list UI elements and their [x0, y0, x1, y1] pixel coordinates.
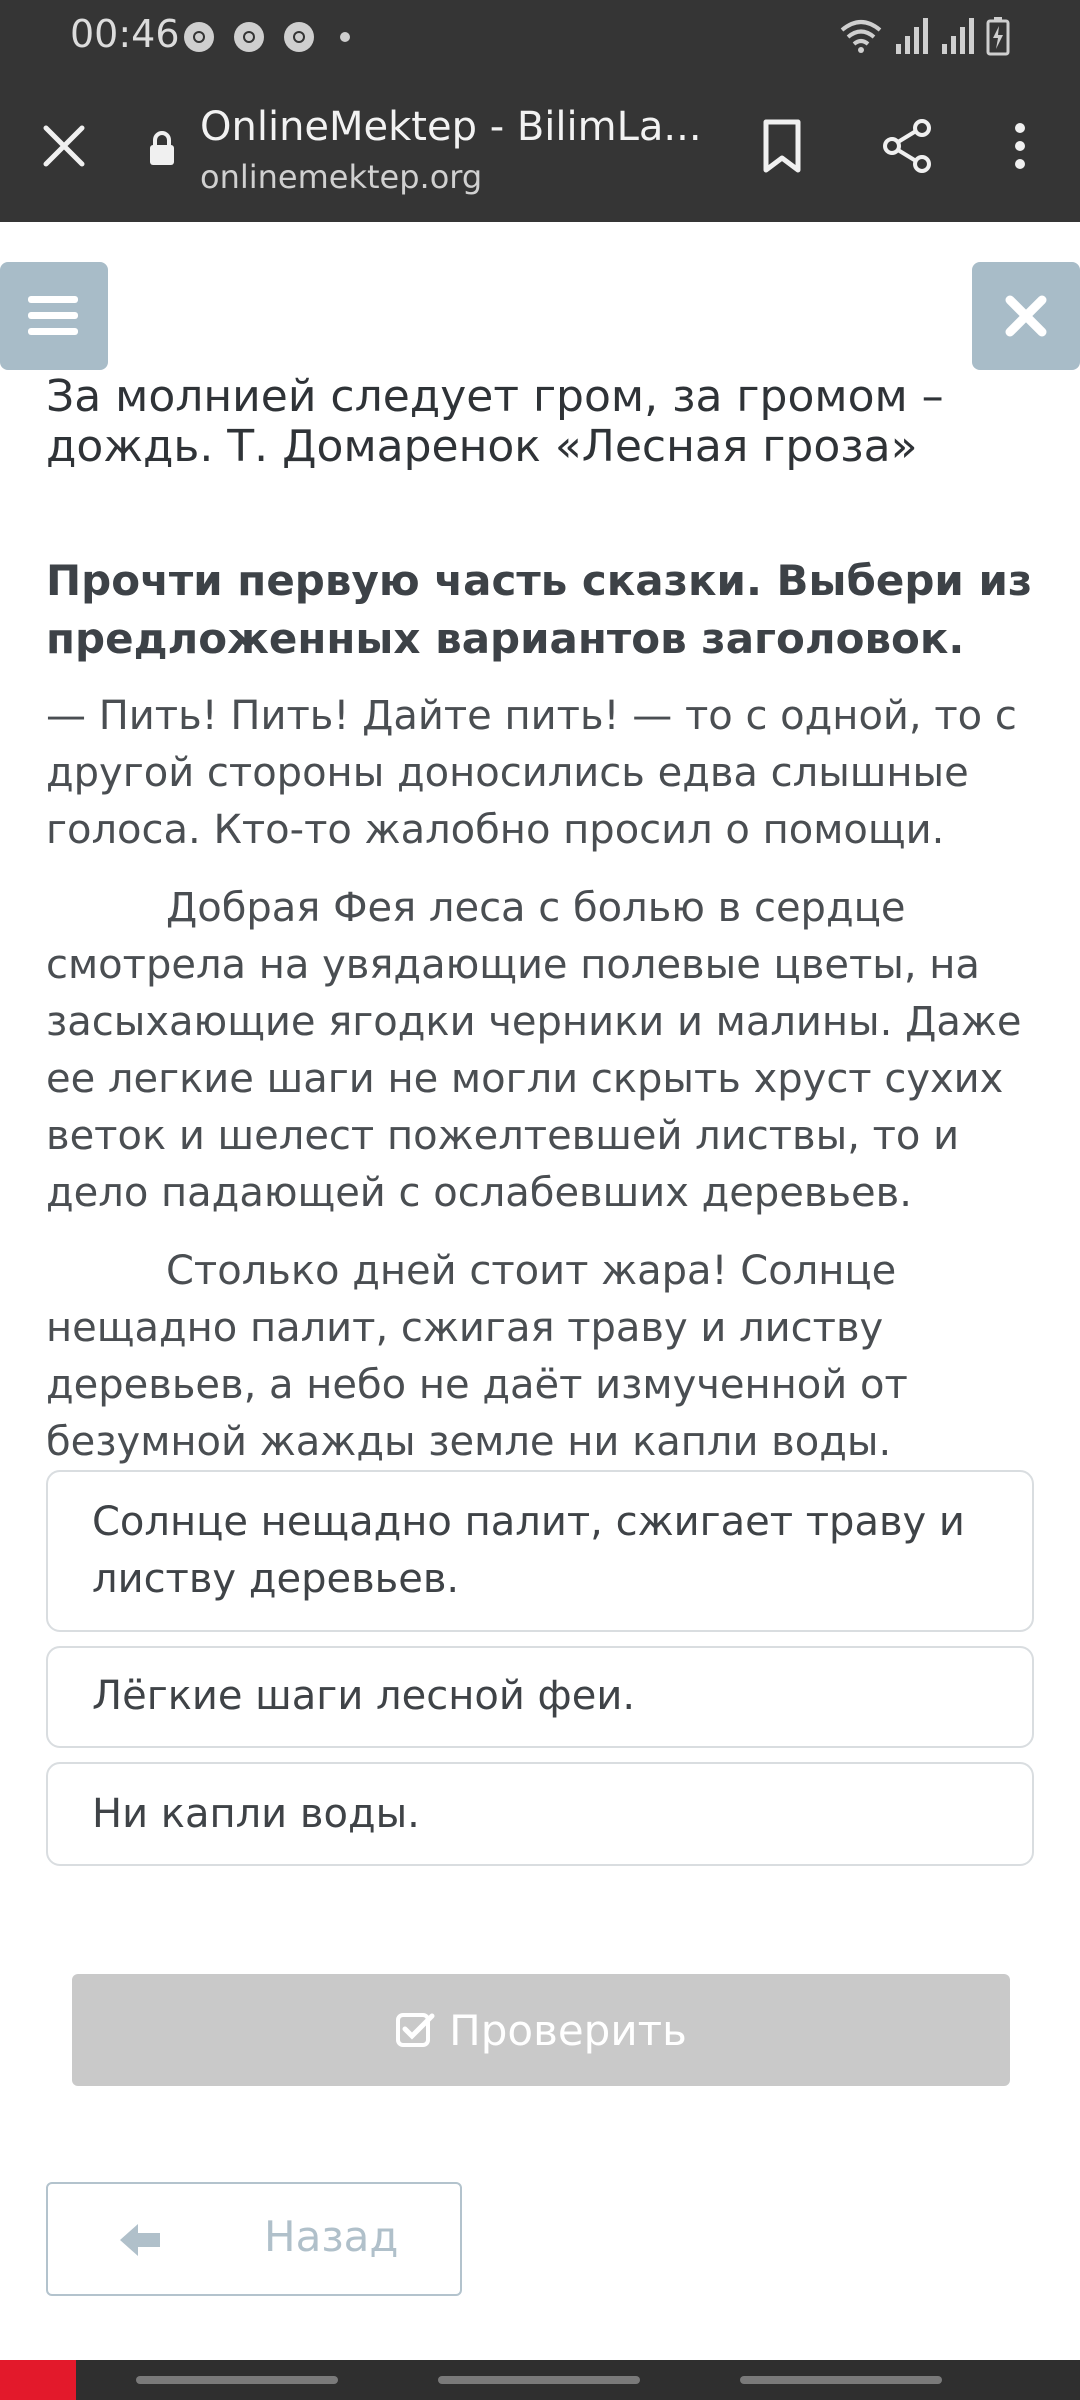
- story-paragraph-text: Столько дней стоит жара! Солнце нещадно …: [46, 1248, 908, 1465]
- chrome-icon: [234, 22, 264, 52]
- page-url[interactable]: onlinemektep.org: [200, 158, 482, 196]
- answer-option[interactable]: Ни капли воды.: [46, 1762, 1034, 1866]
- dot-icon: [340, 32, 350, 42]
- lesson-page: За молнией следует гром, за громом – дож…: [0, 222, 1080, 2352]
- signal-icon: [896, 18, 928, 54]
- menu-button[interactable]: [0, 262, 108, 370]
- nav-handle: [438, 2376, 640, 2384]
- page-title[interactable]: OnlineMektep - BilimLa...: [200, 104, 702, 150]
- status-bar: 00:46: [0, 0, 1080, 74]
- story-paragraph: — Пить! Пить! Дайте пить! — то с одной, …: [46, 688, 1046, 859]
- chrome-icon: [284, 22, 314, 52]
- back-button[interactable]: Назад: [46, 2182, 462, 2296]
- nav-handle: [740, 2376, 942, 2384]
- task-instruction: Прочти первую часть сказки. Выбери из пр…: [46, 556, 1033, 663]
- chrome-icon: [184, 22, 214, 52]
- story-paragraph-text: — Пить! Пить! Дайте пить! — то с одной, …: [46, 693, 1017, 853]
- system-nav-bar: [0, 2360, 1080, 2400]
- share-icon[interactable]: [880, 116, 936, 176]
- close-icon: [1005, 295, 1047, 337]
- notification-icons: [182, 20, 350, 54]
- check-button-label: Проверить: [449, 2005, 687, 2055]
- hamburger-icon: [28, 296, 78, 335]
- browser-toolbar: OnlineMektep - BilimLa... onlinemektep.o…: [0, 74, 1080, 222]
- nav-accent: [0, 2360, 76, 2400]
- nav-handle: [136, 2376, 338, 2384]
- battery-icon: [986, 17, 1010, 56]
- lesson-title: За молнией следует гром, за громом – дож…: [46, 371, 944, 472]
- signal-icon: [942, 18, 974, 54]
- story-paragraph: Столько дней стоит жара! Солнце нещадно …: [46, 1243, 1046, 1471]
- checkbox-icon: [396, 2013, 435, 2047]
- check-button[interactable]: Проверить: [72, 1974, 1010, 2086]
- back-button-label: Назад: [264, 2212, 399, 2261]
- bookmark-icon[interactable]: [756, 116, 808, 176]
- story-paragraph-text: Добрая Фея леса с болью в сердце смотрел…: [46, 885, 1022, 1216]
- answer-option[interactable]: Солнце нещадно палит, сжигает траву и ли…: [46, 1470, 1034, 1632]
- close-lesson-button[interactable]: [972, 262, 1080, 370]
- answer-option[interactable]: Лёгкие шаги лесной феи.: [46, 1646, 1034, 1748]
- close-icon[interactable]: [36, 118, 92, 174]
- lock-icon: [150, 131, 174, 165]
- system-icons: [838, 16, 1010, 56]
- wifi-icon: [840, 20, 882, 53]
- story-paragraph: Добрая Фея леса с болью в сердце смотрел…: [46, 880, 1046, 1222]
- arrow-left-icon: [120, 2224, 160, 2256]
- status-time: 00:46: [70, 12, 180, 56]
- more-icon[interactable]: [1000, 116, 1040, 176]
